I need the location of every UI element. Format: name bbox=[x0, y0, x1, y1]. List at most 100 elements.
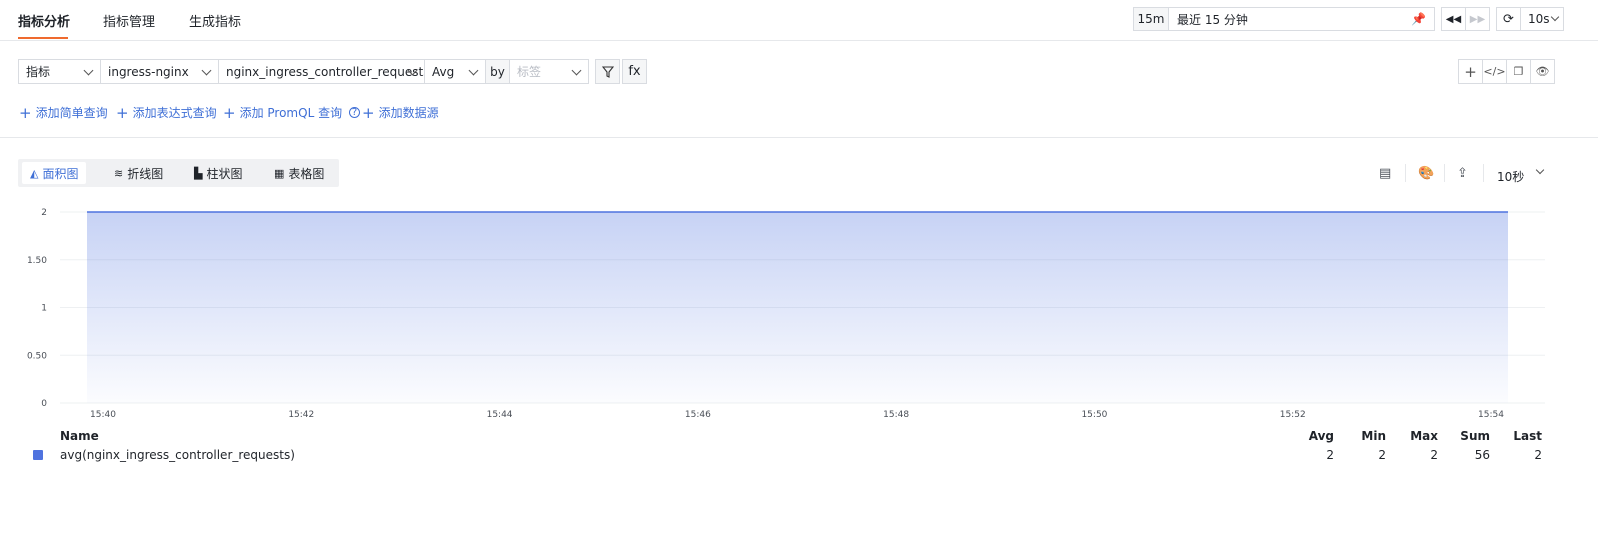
time-range-picker[interactable]: 最近 15 分钟 📌 bbox=[1168, 7, 1435, 31]
legend-header-avg: Avg bbox=[1308, 429, 1334, 443]
legend-series-name[interactable]: avg(nginx_ingress_controller_requests) bbox=[60, 448, 295, 462]
bar-chart-label: 柱状图 bbox=[206, 166, 243, 181]
function-button[interactable]: fx bbox=[622, 59, 647, 84]
refresh-interval-value: 10s bbox=[1528, 12, 1550, 26]
add-promql-query-link[interactable]: + 添加 PromQL 查询 ? bbox=[223, 103, 361, 122]
step-select[interactable]: 10秒 bbox=[1497, 168, 1524, 185]
y-tick-label: 2 bbox=[41, 208, 47, 218]
chevron-down-icon[interactable] bbox=[1535, 165, 1545, 175]
chevron-down-icon bbox=[571, 65, 582, 76]
toolbar-divider bbox=[1444, 164, 1445, 182]
x-tick-label: 15:48 bbox=[883, 410, 909, 420]
palette-icon[interactable]: 🎨 bbox=[1418, 166, 1434, 181]
legend-header-name: Name bbox=[60, 429, 99, 443]
legend-value-sum: 56 bbox=[1474, 448, 1490, 462]
tab-bar-chart[interactable]: ▙ 柱状图 bbox=[186, 162, 250, 184]
plus-icon: + bbox=[223, 103, 236, 122]
filter-icon bbox=[601, 65, 614, 78]
tab-metric-management[interactable]: 指标管理 bbox=[103, 11, 155, 30]
legend-header-last: Last bbox=[1513, 429, 1542, 443]
chevron-down-icon bbox=[201, 65, 212, 76]
rewind-icon[interactable]: ◀◀ bbox=[1441, 7, 1466, 31]
add-datasource-label: 添加数据源 bbox=[378, 106, 439, 120]
table-chart-label: 表格图 bbox=[288, 166, 325, 181]
chevron-down-icon bbox=[468, 65, 479, 76]
legend-header-sum: Sum bbox=[1460, 429, 1490, 443]
legend-value-max: 2 bbox=[1430, 448, 1438, 462]
area-chart: 0 0.50 1 1.50 2 15:40 15:42 15:44 15:46 15:48 15:5… bbox=[27, 208, 1545, 420]
time-preset[interactable]: 15m bbox=[1133, 7, 1169, 31]
tab-line-chart[interactable]: ≋ 折线图 bbox=[106, 162, 171, 184]
add-expression-query-label: 添加表达式查询 bbox=[132, 106, 217, 120]
query-type-select[interactable]: 指标 bbox=[18, 59, 101, 84]
refresh-icon[interactable]: ⟳ bbox=[1496, 7, 1521, 31]
tab-table-chart[interactable]: ▦ 表格图 bbox=[266, 162, 332, 184]
add-simple-query-label: 添加简单查询 bbox=[35, 106, 108, 120]
top-bar: 指标分析 指标管理 生成指标 15m 最近 15 分钟 📌 ◀◀ ▶▶ ⟳ 10… bbox=[0, 0, 1598, 41]
code-icon[interactable]: </> bbox=[1482, 59, 1507, 84]
add-icon[interactable]: + bbox=[1458, 59, 1483, 84]
by-label: by bbox=[485, 59, 510, 84]
toolbar-divider bbox=[1405, 164, 1406, 182]
x-tick-label: 15:46 bbox=[685, 410, 711, 420]
legend-header-min: Min bbox=[1361, 429, 1386, 443]
x-tick-label: 15:40 bbox=[90, 410, 116, 420]
aggregation-select[interactable]: Avg bbox=[424, 59, 486, 84]
y-tick-label: 1.50 bbox=[27, 256, 47, 266]
pin-icon[interactable]: 📌 bbox=[1411, 12, 1426, 26]
legend-value-last: 2 bbox=[1534, 448, 1542, 462]
tab-generate-metric[interactable]: 生成指标 bbox=[189, 11, 241, 30]
query-type-value: 指标 bbox=[26, 65, 51, 79]
refresh-interval-select[interactable]: 10s bbox=[1520, 7, 1564, 31]
aggregation-value: Avg bbox=[432, 64, 455, 79]
add-promql-query-label: 添加 PromQL 查询 bbox=[239, 106, 343, 120]
line-chart-icon: ≋ bbox=[114, 166, 124, 180]
plus-icon: + bbox=[116, 103, 129, 122]
y-tick-label: 0.50 bbox=[27, 351, 47, 361]
tab-area-chart[interactable]: ◭ 面积图 bbox=[22, 162, 87, 184]
add-expression-query-link[interactable]: + 添加表达式查询 bbox=[116, 104, 217, 121]
x-tick-label: 15:52 bbox=[1280, 410, 1306, 420]
eye-icon[interactable]: 👁 bbox=[1530, 59, 1555, 84]
chart-type-tabs: ◭ 面积图 ≋ 折线图 ▙ 柱状图 ▦ 表格图 bbox=[18, 159, 339, 187]
area-chart-icon: ◭ bbox=[30, 166, 39, 180]
x-tick-label: 15:44 bbox=[487, 410, 513, 420]
chevron-down-icon bbox=[1550, 12, 1560, 22]
fast-forward-icon: ▶▶ bbox=[1465, 7, 1490, 31]
x-tick-label: 15:54 bbox=[1478, 410, 1504, 420]
datasource-select[interactable]: ingress-nginx bbox=[100, 59, 219, 84]
x-tick-label: 15:42 bbox=[288, 410, 314, 420]
filter-button[interactable] bbox=[595, 59, 620, 84]
time-range-label: 最近 15 分钟 bbox=[1177, 12, 1248, 27]
section-divider bbox=[0, 137, 1598, 138]
group-by-select[interactable]: 标签 bbox=[509, 59, 589, 84]
toolbar-divider bbox=[1483, 164, 1484, 182]
metric-value: nginx_ingress_controller_requests bbox=[226, 64, 430, 79]
help-icon[interactable]: ? bbox=[349, 107, 361, 118]
legend-header-max: Max bbox=[1410, 429, 1438, 443]
y-tick-label: 0 bbox=[41, 399, 47, 409]
bar-chart-icon: ▙ bbox=[194, 166, 203, 180]
chevron-down-icon bbox=[83, 65, 94, 76]
y-tick-label: 1 bbox=[41, 304, 47, 314]
legend-value-avg: 2 bbox=[1326, 448, 1334, 462]
fx-icon: fx bbox=[628, 64, 641, 79]
line-chart-label: 折线图 bbox=[127, 166, 164, 181]
legend-value-min: 2 bbox=[1378, 448, 1386, 462]
datasource-value: ingress-nginx bbox=[108, 64, 189, 79]
query-row: 指标 ingress-nginx nginx_ingress_controlle… bbox=[18, 59, 589, 84]
x-tick-label: 15:50 bbox=[1081, 410, 1107, 420]
active-tab-indicator bbox=[18, 37, 68, 39]
tab-metric-analysis[interactable]: 指标分析 bbox=[18, 11, 70, 30]
legend-toggle-icon[interactable]: ▤ bbox=[1379, 166, 1391, 181]
export-icon[interactable]: ⇪ bbox=[1457, 166, 1468, 181]
copy-icon[interactable]: ❐ bbox=[1506, 59, 1531, 84]
plus-icon: + bbox=[19, 103, 32, 122]
series-color-swatch[interactable] bbox=[33, 450, 43, 460]
add-simple-query-link[interactable]: + 添加简单查询 bbox=[19, 104, 108, 121]
area-chart-label: 面积图 bbox=[42, 166, 79, 181]
add-datasource-link[interactable]: + 添加数据源 bbox=[362, 104, 439, 121]
metric-select[interactable]: nginx_ingress_controller_requests bbox=[218, 59, 430, 84]
table-icon: ▦ bbox=[274, 166, 285, 180]
plus-icon: + bbox=[362, 103, 375, 122]
